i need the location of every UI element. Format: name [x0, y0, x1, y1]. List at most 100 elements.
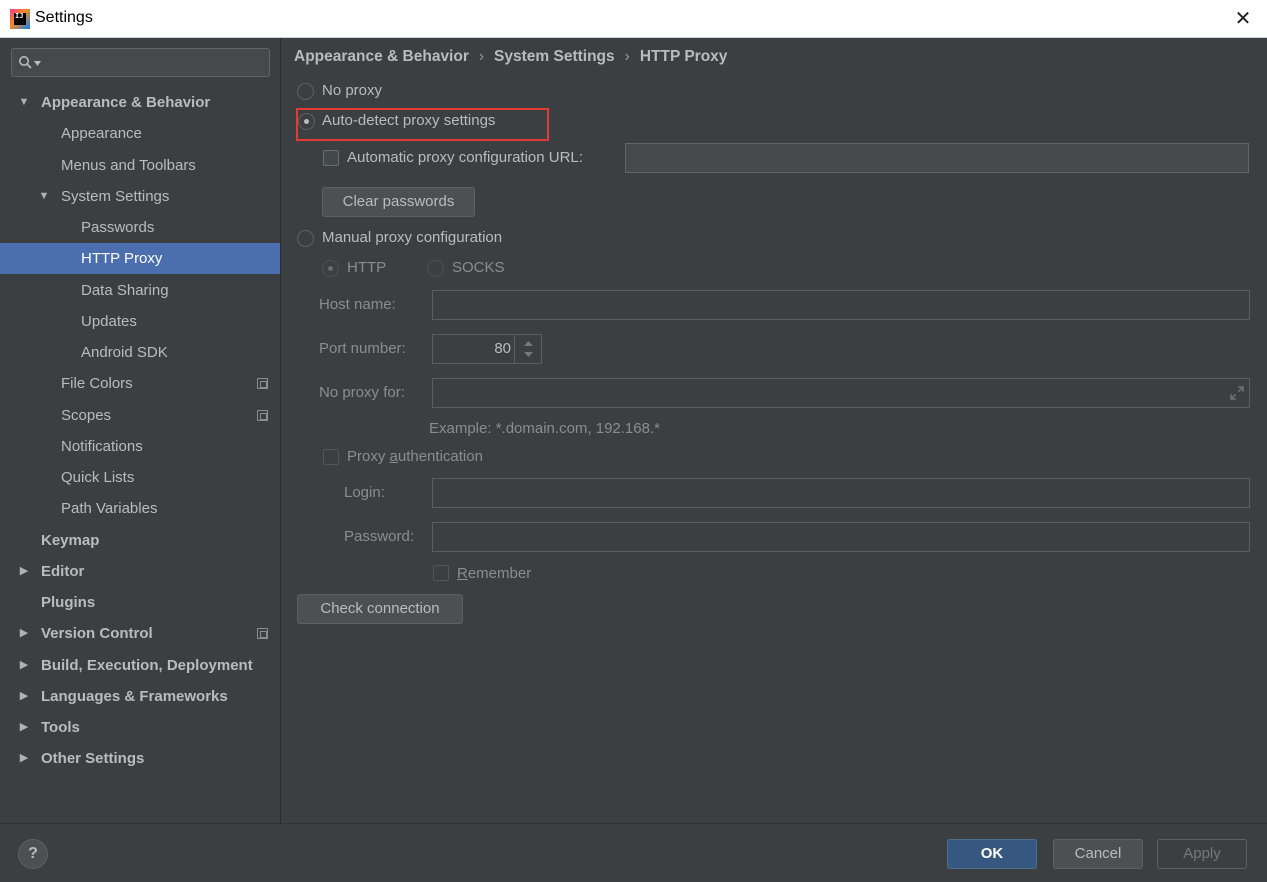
sidebar-item-other-settings[interactable]: ▶ Other Settings — [0, 743, 280, 774]
manual-proxy-radio[interactable] — [297, 230, 314, 247]
search-input[interactable] — [44, 51, 264, 74]
sidebar-item-notifications[interactable]: Notifications — [0, 431, 280, 462]
sidebar-item-languages-frameworks[interactable]: ▶ Languages & Frameworks — [0, 681, 280, 712]
sidebar-item-label: Build, Execution, Deployment — [41, 657, 253, 674]
sidebar-item-http-proxy[interactable]: HTTP Proxy — [0, 243, 280, 274]
socks-label[interactable]: SOCKS — [452, 259, 505, 276]
auto-config-url-field[interactable] — [625, 143, 1249, 173]
sidebar-item-menus-and-toolbars[interactable]: Menus and Toolbars — [0, 150, 280, 181]
login-label: Login: — [344, 484, 385, 501]
sidebar-item-data-sharing[interactable]: Data Sharing — [0, 275, 280, 306]
http-proxy-panel: Appearance & Behavior › System Settings › HT… — [282, 38, 1267, 823]
host-name-label: Host name: — [319, 296, 396, 313]
sidebar-item-label: Notifications — [61, 438, 143, 455]
port-number-value[interactable]: 80 — [494, 340, 511, 357]
intellij-app-icon: IJ — [10, 9, 30, 29]
sidebar-item-appearance[interactable]: Appearance — [0, 118, 280, 149]
sidebar-item-updates[interactable]: Updates — [0, 306, 280, 337]
sidebar-item-label: Path Variables — [61, 500, 158, 517]
port-number-spinner[interactable]: 80 — [432, 334, 542, 364]
apply-button[interactable]: Apply — [1157, 839, 1247, 869]
password-field[interactable] — [432, 522, 1250, 552]
check-connection-button[interactable]: Check connection — [297, 594, 463, 624]
title-bar: IJ Settings ✕ — [0, 0, 1267, 38]
sidebar-item-plugins[interactable]: Plugins — [0, 587, 280, 618]
remember-checkbox[interactable] — [433, 565, 449, 581]
clear-passwords-button[interactable]: Clear passwords — [322, 187, 475, 217]
auto-config-url-label[interactable]: Automatic proxy configuration URL: — [347, 149, 583, 166]
sidebar-item-build-execution-deployment[interactable]: ▶ Build, Execution, Deployment — [0, 650, 280, 681]
sidebar-item-label: Version Control — [41, 625, 153, 642]
sidebar-item-editor[interactable]: ▶ Editor — [0, 556, 280, 587]
project-scope-icon — [257, 628, 268, 639]
ok-button[interactable]: OK — [947, 839, 1037, 869]
proxy-authentication-label[interactable]: Proxy authentication — [347, 448, 483, 465]
manual-proxy-label[interactable]: Manual proxy configuration — [322, 229, 502, 246]
sidebar-item-label: Data Sharing — [81, 282, 169, 299]
breadcrumb-separator: › — [478, 48, 485, 65]
collapsed-arrow-icon[interactable]: ▶ — [18, 712, 30, 743]
sidebar-item-keymap[interactable]: Keymap — [0, 525, 280, 556]
breadcrumb-item: HTTP Proxy — [639, 48, 728, 65]
project-scope-icon — [257, 378, 268, 389]
breadcrumb-item[interactable]: Appearance & Behavior — [294, 48, 469, 65]
collapsed-arrow-icon[interactable]: ▶ — [18, 556, 30, 587]
sidebar-item-label: File Colors — [61, 375, 133, 392]
http-radio[interactable] — [322, 260, 339, 277]
collapsed-arrow-icon[interactable]: ▶ — [18, 618, 30, 649]
auto-detect-label[interactable]: Auto-detect proxy settings — [322, 112, 495, 129]
sidebar-item-label: Keymap — [41, 532, 100, 549]
search-field[interactable] — [11, 48, 270, 77]
sidebar-item-label: Quick Lists — [61, 469, 135, 486]
sidebar-item-file-colors[interactable]: File Colors — [0, 368, 280, 399]
port-number-label: Port number: — [319, 340, 406, 357]
sidebar-item-tools[interactable]: ▶ Tools — [0, 712, 280, 743]
sidebar-item-system-settings[interactable]: ▼ System Settings — [0, 181, 280, 212]
auto-config-url-checkbox[interactable] — [323, 150, 339, 166]
sidebar-item-path-variables[interactable]: Path Variables — [0, 493, 280, 524]
sidebar-item-label: Languages & Frameworks — [41, 688, 228, 705]
no-proxy-for-field[interactable] — [432, 378, 1250, 408]
close-icon[interactable]: ✕ — [1231, 6, 1255, 30]
collapsed-arrow-icon[interactable]: ▶ — [18, 650, 30, 681]
cancel-button[interactable]: Cancel — [1053, 839, 1143, 869]
sidebar-item-appearance-behavior[interactable]: ▼ Appearance & Behavior — [0, 87, 280, 118]
sidebar-item-passwords[interactable]: Passwords — [0, 212, 280, 243]
login-field[interactable] — [432, 478, 1250, 508]
expanded-arrow-icon[interactable]: ▼ — [18, 87, 30, 118]
no-proxy-radio[interactable] — [297, 83, 314, 100]
sidebar-item-version-control[interactable]: ▶ Version Control — [0, 618, 280, 649]
proxy-authentication-checkbox[interactable] — [323, 449, 339, 465]
sidebar-item-label: Scopes — [61, 407, 112, 424]
collapsed-arrow-icon[interactable]: ▶ — [18, 681, 30, 712]
sidebar-item-quick-lists[interactable]: Quick Lists — [0, 462, 280, 493]
sidebar-item-label: Android SDK — [81, 344, 168, 361]
sidebar-item-label: Plugins — [41, 594, 96, 611]
sidebar-item-label: Menus and Toolbars — [61, 157, 196, 174]
window-title: Settings — [35, 9, 93, 26]
auto-detect-radio[interactable] — [298, 113, 315, 130]
sidebar-item-scopes[interactable]: Scopes — [0, 400, 280, 431]
no-proxy-for-label: No proxy for: — [319, 384, 405, 401]
no-proxy-label[interactable]: No proxy — [322, 82, 382, 99]
socks-radio[interactable] — [427, 260, 444, 277]
sidebar-item-label: Editor — [41, 563, 85, 580]
breadcrumb-item[interactable]: System Settings — [494, 48, 615, 65]
app-icon-letters: IJ — [14, 13, 26, 25]
search-dropdown-icon[interactable] — [34, 61, 41, 66]
port-stepper[interactable] — [514, 335, 541, 363]
sidebar-item-label: HTTP Proxy — [81, 250, 163, 267]
sidebar-item-android-sdk[interactable]: Android SDK — [0, 337, 280, 368]
remember-label[interactable]: Remember — [457, 565, 531, 582]
http-label[interactable]: HTTP — [347, 259, 386, 276]
host-name-field[interactable] — [432, 290, 1250, 320]
sidebar-item-label: Other Settings — [41, 750, 145, 767]
stepper-arrows-icon[interactable] — [515, 335, 542, 363]
help-button[interactable]: ? — [18, 839, 48, 869]
expand-icon[interactable] — [1229, 385, 1245, 401]
sidebar-item-label: Appearance — [61, 125, 142, 142]
collapsed-arrow-icon[interactable]: ▶ — [18, 743, 30, 774]
search-icon — [19, 56, 32, 69]
sidebar-item-label: Passwords — [81, 219, 155, 236]
expanded-arrow-icon[interactable]: ▼ — [38, 181, 50, 212]
